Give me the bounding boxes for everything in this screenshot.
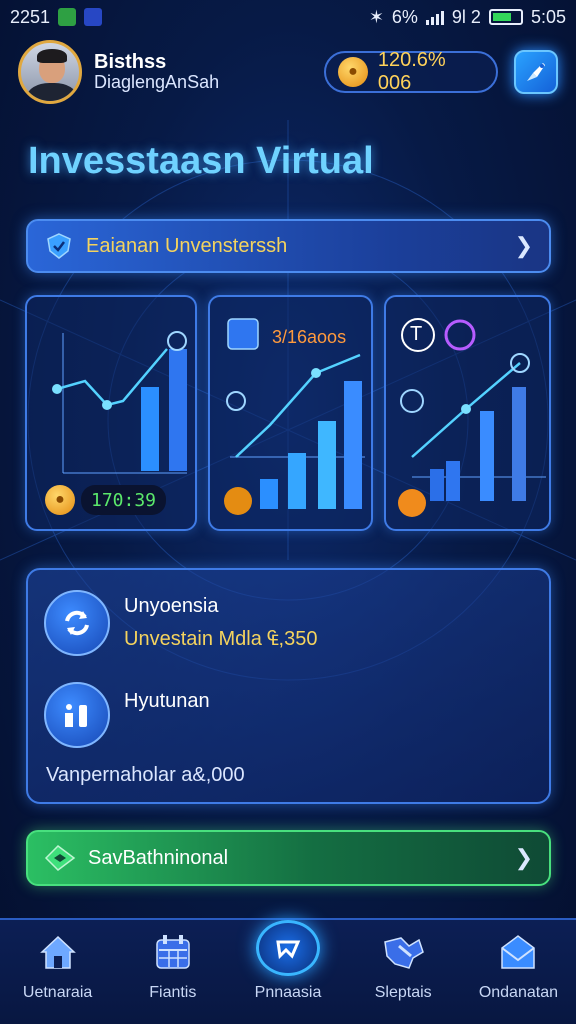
bluetooth-icon: ✶ [368,6,384,27]
bottom-nav: Uetnaraia Fiantis Pnnaasia Sleptais Onda… [0,918,576,1024]
balance-pill[interactable]: ● 120.6% 006 [324,49,498,94]
info-footer: Vanpernaholar a&,000 [46,764,245,786]
info-row-1-subtitle: Unvestain Mdla ₠,350 [124,628,318,650]
status-clock: 5:05 [530,6,566,27]
nav-label-account: Ondanatan [478,984,558,1001]
mail-icon [501,935,536,969]
user-info: Bisthss DiaglengAnSah [94,51,219,93]
user-subtitle: DiaglengAnSah [94,72,220,93]
refresh-icon [44,590,110,656]
info-panel: Unyoensia Unvestain Mdla ₠,350 Hyutunan … [26,568,551,804]
chart-card-3[interactable]: T [384,295,551,531]
calendar-icon [156,935,190,969]
nav-label-home: Uetnaraia [22,984,93,1001]
chevron-right-icon: ❯ [514,233,533,258]
rocket-icon [527,63,545,81]
nav-label-strategy: Sleptais [374,984,432,1001]
promo-banner[interactable]: Eaianan Unvensterssh ❯ [26,219,551,273]
balance-value: 120.6% 006 [377,49,446,94]
puzzle-icon [384,937,425,969]
nav-item-account[interactable]: Ondanatan [461,920,576,1024]
home-icon [39,935,76,969]
page-title: Invesstaasn Virtual [28,140,374,182]
nav-label-finance: Fiantis [149,984,197,1001]
action-button-label: SavBathninonal [88,846,229,869]
chart-cards: ● 170:39 3/16aoos T [25,295,551,531]
card-1-badge: ● 170:39 [45,485,167,515]
user-name: Bisthss [94,51,167,74]
status-time: 2251 [10,6,51,27]
info-row-1-title: Unyoensia [124,595,219,617]
card-3-symbol: T [410,323,423,345]
rocket-button[interactable] [514,50,558,94]
coin-icon: ● [338,57,368,87]
card-1-value: 170:39 [81,485,167,515]
info-row-2[interactable]: Hyutunan [44,682,210,748]
info-row-1[interactable]: Unyoensia Unvestain Mdla ₠,350 [44,590,317,656]
bar-chart-icon [44,682,110,748]
wallet-icon [44,845,76,871]
battery-percent: 6% [391,6,418,27]
shield-icon [47,233,71,259]
signal-icon [425,9,444,25]
card-2-label: 3/16aoos [272,327,347,347]
chart-card-1[interactable]: ● 170:39 [25,295,197,531]
signal-text: 9l 2 [451,6,481,27]
avatar[interactable] [18,40,82,104]
battery-icon [488,9,523,25]
banner-label: Eaianan Unvensterssh [86,234,288,257]
nav-item-home[interactable]: Uetnaraia [0,920,115,1024]
chart-card-2[interactable]: 3/16aoos [208,295,373,531]
notification-icon [58,8,77,26]
chevron-right-icon: ❯ [514,845,533,870]
header: Bisthss DiaglengAnSah ● 120.6% 006 [18,38,558,106]
nav-label-center: Pnnaasia [254,984,322,1001]
center-icon [256,920,320,976]
action-button[interactable]: SavBathninonal ❯ [26,830,551,886]
coin-icon: ● [45,485,75,515]
nav-item-center[interactable]: Pnnaasia [230,920,345,1024]
nav-item-finance[interactable]: Fiantis [115,920,230,1024]
info-row-2-title: Hyutunan [124,689,210,712]
notification-icon [84,8,103,26]
nav-item-strategy[interactable]: Sleptais [346,920,461,1024]
status-bar: 2251 ✶ 6% 9l 2 5:05 [0,0,576,34]
